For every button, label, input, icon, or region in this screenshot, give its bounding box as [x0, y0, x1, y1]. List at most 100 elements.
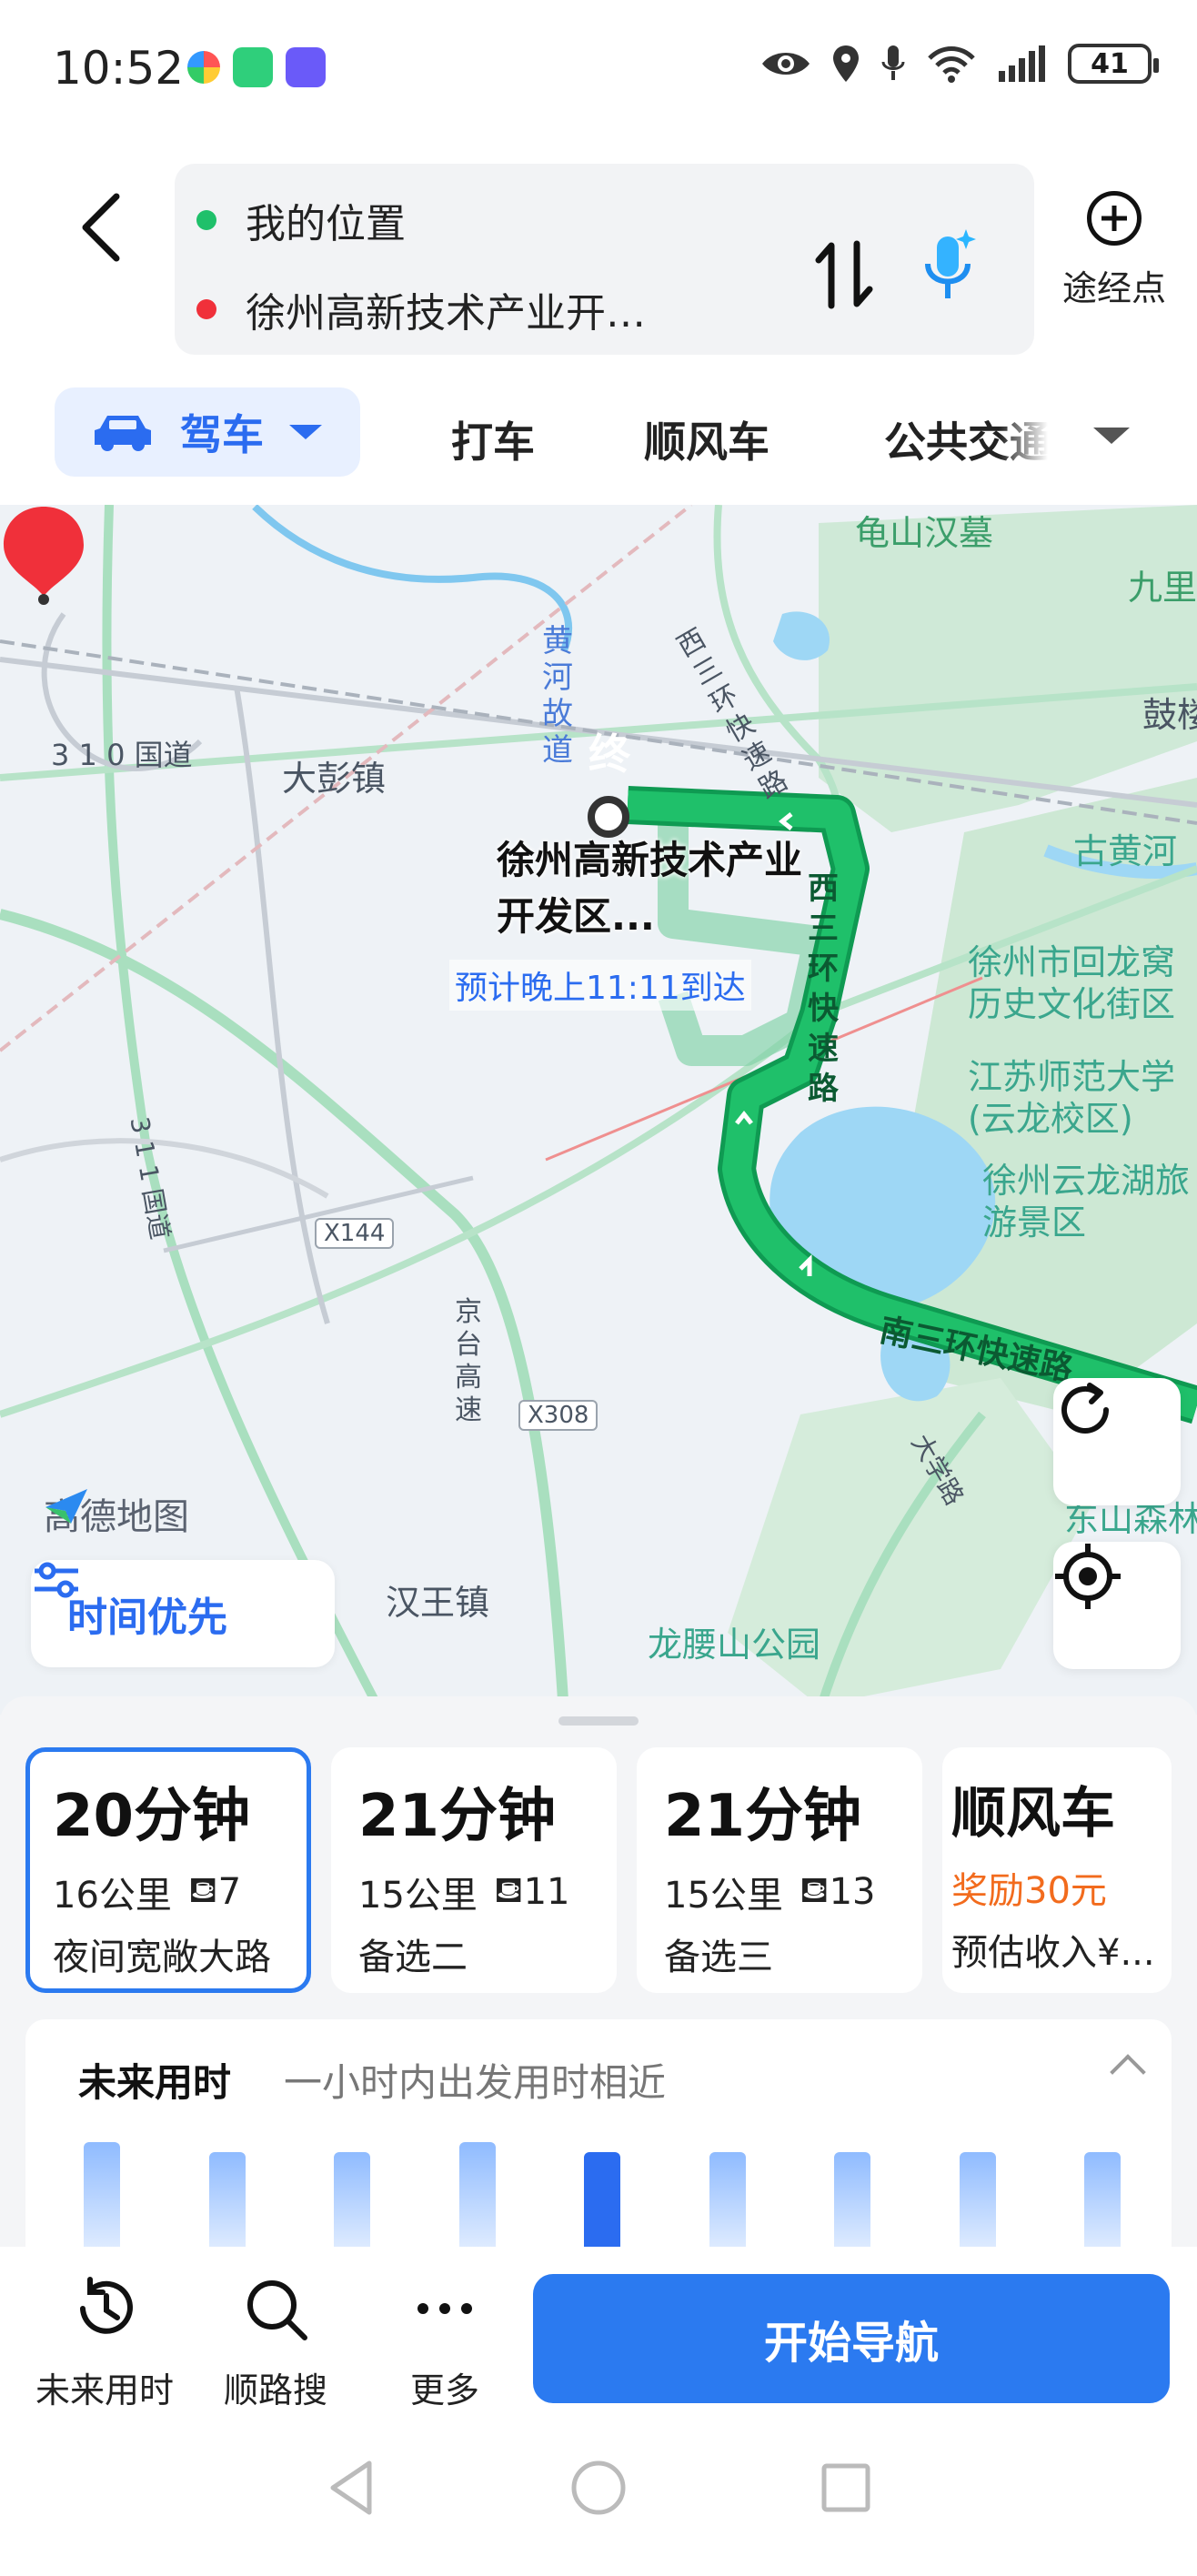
- amap-logo-icon: [45, 1489, 87, 1524]
- map-label-road-shield: X308: [518, 1400, 598, 1431]
- route-option-card[interactable]: 21分钟 15公里 ⛾ 11 备选二: [331, 1747, 617, 1993]
- future-time-bar[interactable]: [334, 2152, 370, 2254]
- future-time-bar[interactable]: [1084, 2152, 1121, 2254]
- nav-recents-icon[interactable]: [819, 2456, 873, 2520]
- traffic-light-icon: ⛾: [187, 1868, 218, 1911]
- route-option-card[interactable]: 20分钟 16公里 ⛾ 7 夜间宽敞大路: [25, 1747, 311, 1993]
- tab-drive-label: 驾车: [180, 410, 264, 459]
- more-tabs-chevron-icon[interactable]: [1093, 428, 1130, 444]
- origin-field[interactable]: 我的位置: [196, 191, 406, 249]
- route-distance: 16公里: [53, 1875, 172, 1917]
- map-label-poi: 徐州市回龙窝历史文化街区: [968, 942, 1176, 1024]
- destination-field[interactable]: 徐州高新技术产业开…: [196, 280, 646, 338]
- nav-back-icon[interactable]: [324, 2456, 378, 2520]
- map-label-poi: 古黄河: [1073, 831, 1178, 871]
- tab-taxi[interactable]: 打车: [451, 409, 535, 469]
- map-label-poi: 龙腰山公园: [648, 1625, 821, 1665]
- map-label-road: 京台高速: [455, 1296, 482, 1426]
- route-distance: 15公里: [358, 1875, 478, 1917]
- map-label-route-road: 西三环快速路: [808, 870, 839, 1107]
- map-view[interactable]: 龟山汉墓 九里 鼓楼 黄河故道 西三环快速路 3 1 0 国道 大彭镇 古黄河 …: [0, 505, 1197, 1715]
- tab-drive[interactable]: 驾车: [55, 387, 360, 477]
- carpool-title: 顺风车: [951, 1782, 1115, 1846]
- status-icons: 41: [760, 44, 1159, 84]
- future-time-bar[interactable]: [458, 2142, 496, 2254]
- future-time-bar[interactable]: [208, 2152, 246, 2254]
- swap-icon[interactable]: [815, 238, 873, 311]
- tab-public-transit[interactable]: 公共交通: [884, 409, 1048, 469]
- status-time: 10:52: [53, 42, 185, 95]
- future-time-bar[interactable]: [584, 2152, 620, 2254]
- future-time-bar[interactable]: [709, 2152, 746, 2254]
- wifi-icon: [928, 46, 975, 83]
- future-time-bar[interactable]: [959, 2152, 996, 2254]
- add-waypoint-button[interactable]: 途经点: [1055, 191, 1173, 310]
- start-navigation-button[interactable]: 开始导航: [533, 2274, 1170, 2403]
- panel-drag-handle[interactable]: [558, 1716, 639, 1726]
- mic-status-icon: [881, 45, 905, 80]
- notification-icons: [187, 47, 326, 87]
- future-time-button[interactable]: 未来用时: [27, 2274, 182, 2412]
- traffic-light-count: 7: [217, 1871, 242, 1913]
- locate-me-button[interactable]: [1053, 1542, 1181, 1669]
- map-label-road: 3 1 0 国道: [51, 738, 193, 772]
- clock-history-icon: [80, 2277, 133, 2334]
- system-nav-bar: [0, 2410, 1197, 2576]
- more-button[interactable]: 更多: [367, 2274, 522, 2412]
- waypoint-label: 途经点: [1061, 268, 1166, 308]
- future-time-label: 未来用时: [35, 2370, 174, 2410]
- traffic-light-icon: ⛾: [799, 1868, 830, 1911]
- map-label-poi: 徐州云龙湖旅游景区: [982, 1161, 1191, 1243]
- map-label-place: 鼓楼: [1142, 695, 1197, 735]
- future-time-bar[interactable]: [84, 2142, 120, 2254]
- voice-mic-icon[interactable]: [922, 227, 977, 309]
- map-label-town: 汉王镇: [386, 1583, 490, 1623]
- carpool-option-card[interactable]: 顺风车 奖励30元 预估收入¥...: [942, 1747, 1172, 1993]
- route-tag: 备选三: [664, 1937, 773, 1978]
- destination-marker-label: 终: [588, 730, 630, 779]
- car-icon: [95, 416, 151, 451]
- destination-map-label: 徐州高新技术产业开发区...: [497, 838, 803, 939]
- route-distance: 15公里: [664, 1875, 783, 1917]
- signal-icon: [999, 45, 1045, 82]
- app-notification-icon: [233, 47, 273, 87]
- plus-circle-icon: [1087, 191, 1142, 246]
- traffic-light-count: 13: [829, 1871, 876, 1913]
- carpool-reward: 奖励30元: [951, 1870, 1107, 1912]
- refresh-route-button[interactable]: [1053, 1378, 1181, 1505]
- map-label-river: 黄河故道: [542, 623, 573, 769]
- search-icon: [247, 2280, 307, 2340]
- map-label-poi: 江苏师范大学(云龙校区): [968, 1057, 1176, 1139]
- origin-text: 我的位置: [246, 201, 406, 247]
- more-label: 更多: [409, 2370, 479, 2410]
- chevron-down-icon: [289, 425, 322, 439]
- tab-carpool[interactable]: 顺风车: [644, 409, 770, 469]
- route-panel: 20分钟 16公里 ⛾ 7 夜间宽敞大路 21分钟 15公里 ⛾ 11 备选二 21分钟…: [0, 1696, 1197, 2256]
- nav-home-icon[interactable]: [569, 2456, 628, 2520]
- future-time-title: 未来用时: [78, 2060, 232, 2105]
- route-time: 21分钟: [358, 1783, 557, 1850]
- collapse-chevron-icon[interactable]: [1110, 2054, 1146, 2090]
- amap-logo: 高德地图: [44, 1487, 189, 1540]
- carpool-income: 预估收入¥...: [951, 1932, 1155, 1974]
- route-tag: 夜间宽敞大路: [53, 1937, 271, 1978]
- crosshair-icon: [1055, 1544, 1121, 1609]
- app-notification-icon: [187, 51, 220, 84]
- future-time-hint: 一小时内出发用时相近: [284, 2060, 667, 2105]
- destination-dot-icon: [196, 299, 216, 319]
- traffic-light-icon: ⛾: [493, 1868, 524, 1911]
- route-preference-button[interactable]: 时间优先: [31, 1560, 335, 1667]
- destination-pin-icon[interactable]: [0, 505, 87, 605]
- traffic-light-count: 11: [523, 1871, 570, 1913]
- future-time-bar[interactable]: [834, 2152, 870, 2254]
- map-label-town: 大彭镇: [282, 759, 387, 799]
- future-time-section: 未来用时 一小时内出发用时相近: [25, 2019, 1172, 2256]
- map-label-poi: 龟山汉墓: [855, 513, 994, 553]
- search-along-button[interactable]: 顺路搜: [198, 2274, 353, 2412]
- transport-tabs: 驾车 打车 顺风车 公共交通: [0, 373, 1197, 482]
- route-time: 20分钟: [53, 1783, 251, 1850]
- back-arrow-icon[interactable]: [69, 182, 133, 273]
- sliders-icon: [35, 1562, 78, 1598]
- destination-text: 徐州高新技术产业开…: [246, 290, 646, 337]
- route-option-card[interactable]: 21分钟 15公里 ⛾ 13 备选三: [637, 1747, 922, 1993]
